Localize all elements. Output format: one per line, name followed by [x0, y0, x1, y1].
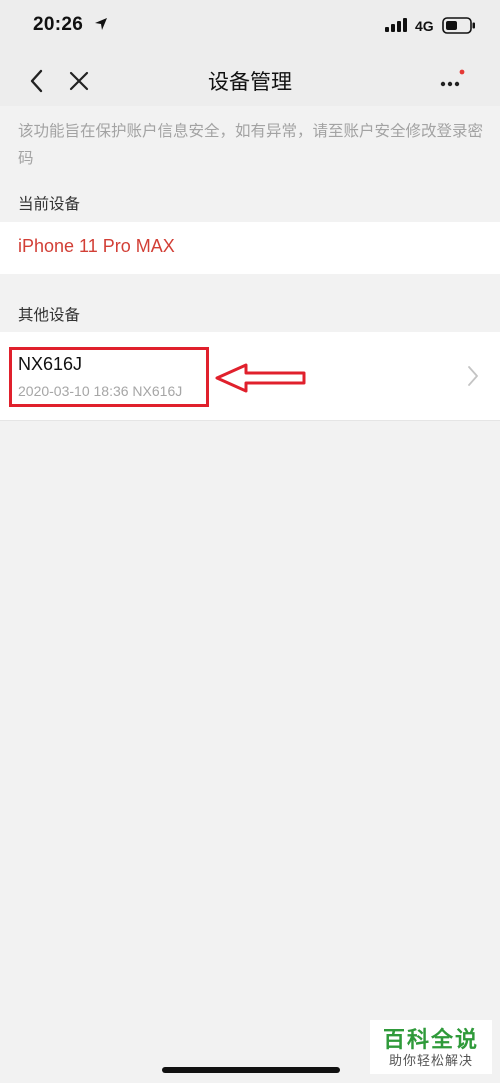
watermark-logo: 百科全说 助你轻松解决 [370, 1020, 492, 1074]
current-device-name: iPhone 11 Pro MAX [18, 236, 175, 256]
status-bar: 20:26 4G [0, 0, 500, 54]
signal-icon [385, 18, 407, 32]
security-notice: 该功能旨在保护账户信息安全，如有异常，请至账户安全修改登录密码 [18, 123, 484, 167]
other-devices-heading: 其他设备 [18, 307, 81, 324]
more-options-button[interactable] [436, 66, 468, 94]
location-arrow-icon [95, 18, 107, 30]
network-label: 4G [415, 18, 434, 34]
status-time: 20:26 [33, 14, 84, 35]
page-title: 设备管理 [208, 71, 292, 94]
home-indicator [162, 1067, 340, 1073]
current-device-heading: 当前设备 [18, 196, 81, 213]
highlight-box [9, 347, 209, 407]
watermark-subtitle: 助你轻松解决 [388, 1053, 473, 1068]
notification-dot-icon [459, 69, 465, 75]
current-device-row: iPhone 11 Pro MAX [0, 222, 500, 274]
battery-icon [442, 17, 475, 34]
nav-bar: 设备管理 [0, 54, 500, 106]
chevron-right-icon [468, 366, 478, 386]
annotation-arrow-icon [215, 363, 306, 393]
